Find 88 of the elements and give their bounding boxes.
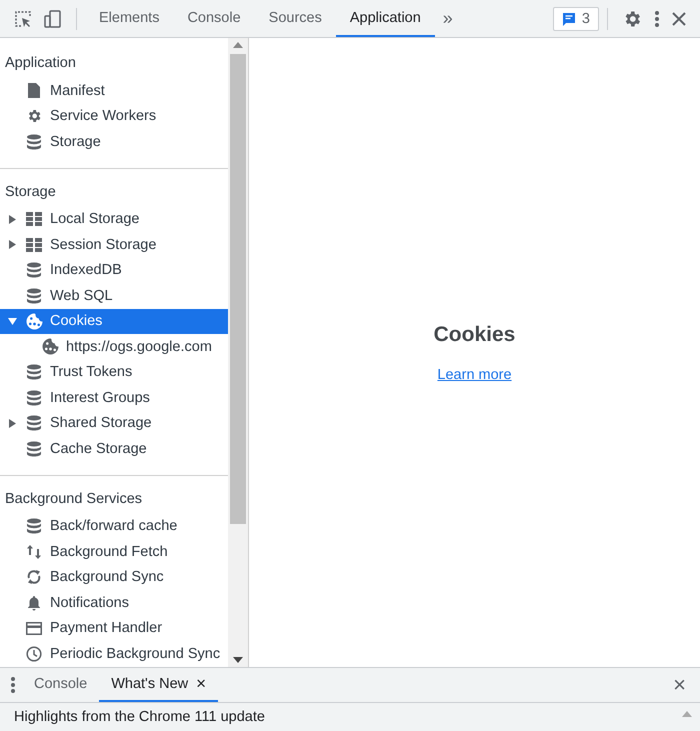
tree-item[interactable]: Background Fetch <box>0 539 228 564</box>
clock-icon <box>26 646 42 662</box>
drawer-tab-label: Console <box>34 676 88 692</box>
tree-item-label: Payment Handler <box>50 619 162 638</box>
tree-item-label: Local Storage <box>50 210 140 228</box>
tree-item[interactable]: Session Storage <box>0 232 228 258</box>
tree-item-label: Session Storage <box>50 236 156 254</box>
message-icon <box>562 12 576 26</box>
database-icon <box>26 440 42 457</box>
file-icon <box>28 83 40 98</box>
database-icon <box>26 134 42 150</box>
database-icon <box>26 518 42 534</box>
panel-tab[interactable]: Console <box>173 0 255 37</box>
gear-icon <box>26 108 42 124</box>
tree-item-label: Manifest <box>50 82 105 100</box>
scroll-up-icon[interactable] <box>233 42 243 48</box>
tree-item[interactable]: https://ogs.google.com <box>0 334 228 360</box>
tree-item[interactable]: Interest Groups <box>0 385 228 410</box>
panel-tab[interactable]: Application <box>336 0 435 37</box>
close-icon[interactable] <box>672 12 686 26</box>
table-icon <box>26 212 42 226</box>
section-heading: Storage <box>4 182 57 202</box>
panel-title: Cookies <box>434 322 516 346</box>
tree-item-label: Cache Storage <box>50 440 147 458</box>
expanded-triangle-icon[interactable] <box>8 316 17 326</box>
section-heading: Background Services <box>4 490 144 508</box>
tree-item[interactable]: Manifest <box>0 78 228 104</box>
cookie-icon <box>42 338 58 356</box>
tree-item-label: https://ogs.google.com <box>66 338 212 356</box>
tree-item[interactable]: Back/forward cache <box>0 514 228 539</box>
device-icon[interactable] <box>44 10 62 28</box>
section-heading: Application <box>4 54 77 73</box>
issues-button[interactable]: 3 <box>552 6 599 30</box>
tree-item-label: Notifications <box>50 594 129 612</box>
tree-item[interactable]: Background Sync <box>0 564 228 590</box>
up-down-arrows-icon <box>26 544 42 560</box>
tree-item[interactable]: IndexedDB <box>0 258 228 283</box>
database-icon <box>26 390 42 406</box>
tree-item-label: Web SQL <box>50 286 113 305</box>
learn-more-link[interactable]: Learn more <box>437 366 512 382</box>
panel-tab[interactable]: Elements <box>85 0 174 37</box>
scrollbar-thumb[interactable] <box>230 54 246 524</box>
card-icon <box>26 622 42 635</box>
tree-item-label: Back/forward cache <box>50 517 178 536</box>
close-drawer-button[interactable]: × <box>663 672 696 698</box>
database-icon <box>26 262 42 278</box>
tree-item[interactable]: Storage <box>0 129 228 154</box>
database-icon <box>26 415 42 432</box>
drawer-tab[interactable]: Console <box>22 668 100 702</box>
tree-item[interactable]: Local Storage <box>0 206 228 232</box>
database-icon <box>26 364 42 380</box>
tree-item-label: Shared Storage <box>50 414 152 432</box>
tree-item-label: Storage <box>50 132 101 151</box>
table-icon <box>26 238 42 252</box>
tree-item-label: Service Workers <box>50 107 156 126</box>
tab-close-button[interactable]: × <box>196 674 206 694</box>
drawer-tab[interactable]: What's New × <box>99 668 218 702</box>
tree-item-label: Cookies <box>50 312 102 330</box>
tree-item[interactable]: Payment Handler <box>0 616 228 641</box>
drawer-menu-icon[interactable] <box>10 676 16 694</box>
tree-item-label: Trust Tokens <box>50 363 132 382</box>
database-icon <box>26 288 42 304</box>
inspect-icon[interactable] <box>14 10 32 28</box>
drawer-tab-label: What's New <box>111 676 188 692</box>
tree-item[interactable]: Trust Tokens <box>0 360 228 385</box>
tree-item[interactable]: Notifications <box>0 590 228 616</box>
panel-tab[interactable]: Sources <box>254 0 336 37</box>
tree-item-label: Interest Groups <box>50 388 150 407</box>
tree-item-label: Background Sync <box>50 568 164 586</box>
tree-item-label: Periodic Background Sync <box>50 644 220 663</box>
collapsed-triangle-icon[interactable] <box>8 240 17 250</box>
tree-item[interactable]: Shared Storage <box>0 410 228 436</box>
cookie-icon <box>26 312 42 330</box>
more-tabs-button[interactable]: » <box>434 8 461 29</box>
more-options-icon[interactable] <box>654 10 660 28</box>
collapsed-triangle-icon[interactable] <box>8 418 17 428</box>
tree-item-label: Background Fetch <box>50 542 168 561</box>
tree-item[interactable]: Cookies <box>0 308 228 334</box>
update-heading: Highlights from the Chrome 111 update <box>14 709 265 725</box>
tree-item-label: IndexedDB <box>50 261 122 280</box>
tree-item[interactable]: Service Workers <box>0 104 228 129</box>
scroll-down-icon[interactable] <box>233 657 243 663</box>
bell-icon <box>26 594 42 611</box>
tree-item[interactable]: Cache Storage <box>0 436 228 462</box>
tree-item[interactable]: Web SQL <box>0 283 228 308</box>
collapsed-triangle-icon[interactable] <box>8 214 17 224</box>
sync-icon <box>26 569 42 586</box>
tree-item[interactable]: Periodic Background Sync <box>0 641 228 666</box>
